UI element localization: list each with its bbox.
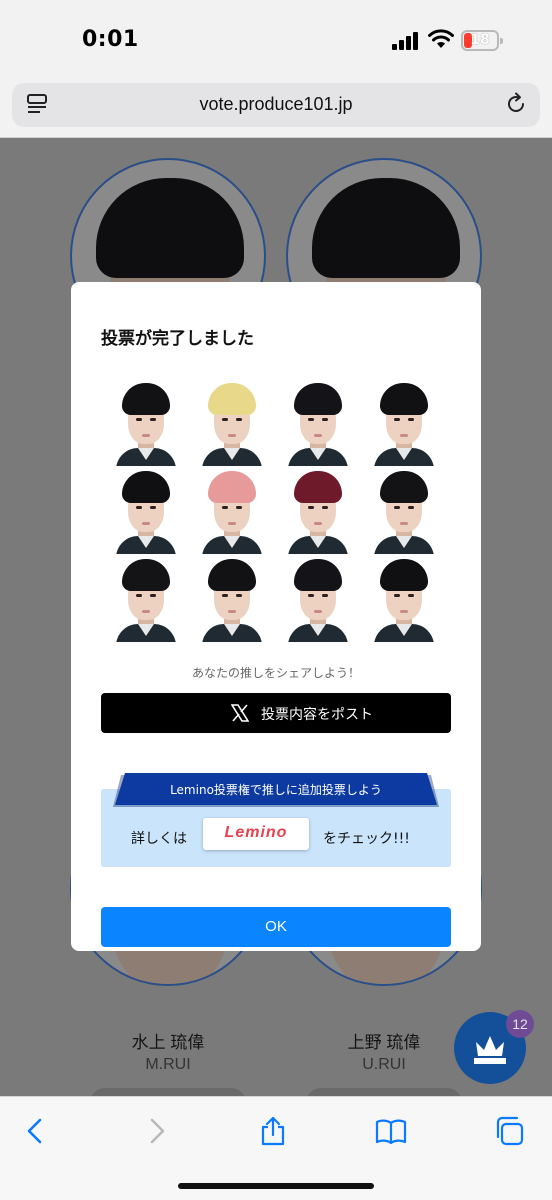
vote-complete-modal: 投票が完了しました あなたの推しをシェアしよう！ 投票内容をポスト Lemino… (71, 282, 481, 951)
status-time: 0:01 (82, 27, 139, 52)
x-logo-icon (231, 704, 249, 722)
voted-trainee-photo (372, 558, 436, 642)
voted-trainee-photo (200, 470, 264, 554)
battery-level: 18 (470, 32, 490, 48)
lemino-logo-link[interactable]: Lemino (203, 818, 309, 850)
home-indicator (178, 1183, 374, 1189)
share-icon[interactable] (257, 1115, 289, 1147)
vote-button[interactable] (306, 1088, 462, 1096)
url-text[interactable]: vote.produce101.jp (12, 94, 540, 115)
voted-trainee-photo (286, 382, 350, 466)
lemino-logo-text: Lemino (224, 824, 288, 841)
status-bar: 0:01 18 (0, 0, 552, 76)
ok-button[interactable]: OK (101, 907, 451, 947)
battery-icon: 18 (461, 30, 503, 51)
ok-button-label: OK (265, 918, 287, 935)
bookmarks-icon[interactable] (375, 1115, 407, 1147)
tabs-icon[interactable] (493, 1115, 525, 1147)
back-icon[interactable] (20, 1115, 52, 1147)
url-field[interactable]: vote.produce101.jp (12, 83, 540, 127)
forward-icon[interactable] (140, 1115, 172, 1147)
post-button-label: 投票内容をポスト (261, 707, 373, 723)
post-to-x-button[interactable]: 投票内容をポスト (101, 693, 451, 733)
voted-trainee-photo (114, 470, 178, 554)
wifi-icon (428, 29, 454, 48)
lemino-detail-prefix: 詳しくは (131, 831, 187, 847)
share-prompt: あなたの推しをシェアしよう！ (191, 666, 360, 680)
modal-title: 投票が完了しました (101, 329, 254, 349)
candidate-name: 上野 琉偉 (347, 1033, 421, 1052)
vote-count-badge: 12 (506, 1010, 534, 1038)
browser-address-bar: vote.produce101.jp (0, 76, 552, 138)
voted-trainee-photo (200, 558, 264, 642)
voted-trainee-photo (372, 382, 436, 466)
vote-button[interactable] (90, 1088, 246, 1096)
voted-trainee-photo (114, 382, 178, 466)
candidate-roman-name: M.RUI (145, 1056, 191, 1073)
voted-trainee-photo (114, 558, 178, 642)
candidate-roman-name: U.RUI (362, 1056, 406, 1073)
reload-icon[interactable] (504, 92, 528, 116)
voted-trainee-photo (200, 382, 264, 466)
lemino-detail-suffix: をチェック!!! (323, 831, 410, 847)
voted-trainee-photo (372, 470, 436, 554)
signal-icon (392, 32, 420, 50)
lemino-banner-text: Lemino投票権で推しに追加投票しよう (170, 783, 382, 797)
voted-trainee-photo (286, 470, 350, 554)
candidate-name: 水上 琉偉 (131, 1033, 205, 1052)
voted-trainee-photo (286, 558, 350, 642)
